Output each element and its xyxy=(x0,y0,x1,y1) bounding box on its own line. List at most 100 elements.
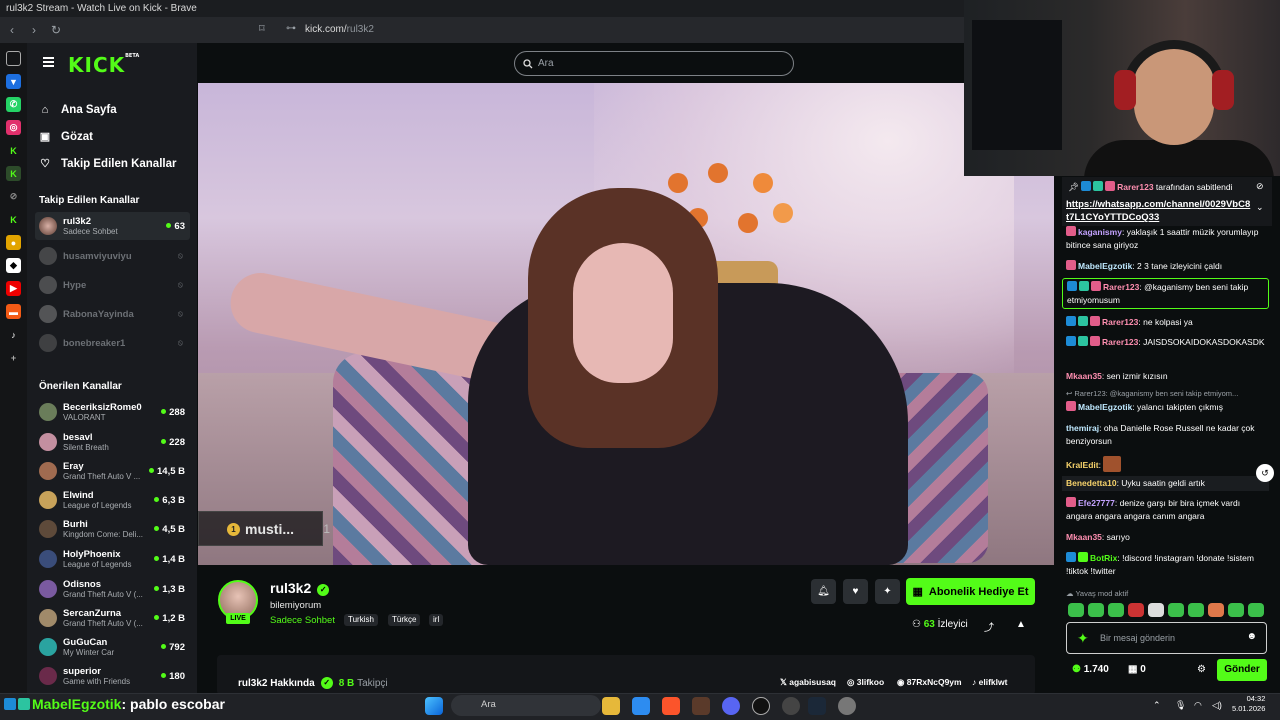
chat-username[interactable]: Benedetta10 xyxy=(1066,478,1117,488)
kick-icon[interactable]: K xyxy=(6,143,21,158)
nav-following[interactable]: ♡ Takip Edilen Kanallar xyxy=(38,150,176,177)
stream-category[interactable]: Sadece Sohbet xyxy=(270,615,335,626)
tiktok-icon[interactable]: ♪ xyxy=(6,327,21,342)
nav-browse[interactable]: ▣ Gözat xyxy=(38,123,176,150)
followed-channel[interactable]: Hype ⦸ xyxy=(35,271,190,299)
youtube-icon[interactable]: ▶ xyxy=(6,281,21,296)
chat-username[interactable]: themiraj xyxy=(1066,423,1099,433)
pinned-link[interactable]: https://whatsapp.com/channel/0029VbC8t7L… xyxy=(1066,198,1251,224)
nav-home[interactable]: ⌂ Ana Sayfa xyxy=(38,96,176,123)
chat-username[interactable]: BotRix xyxy=(1090,553,1117,563)
chat-username[interactable]: Mkaan35 xyxy=(1066,371,1102,381)
search-input[interactable]: Ara xyxy=(514,51,794,76)
bookmark-icon[interactable]: ⌑ xyxy=(259,22,265,35)
video-player[interactable]: musti... 1 xyxy=(198,83,1054,565)
back-icon[interactable]: ‹ xyxy=(2,20,22,40)
chat-username[interactable]: Mkaan35 xyxy=(1066,532,1102,542)
followed-channel[interactable]: rul3k2 Sadece Sohbet 63 xyxy=(35,212,190,240)
kick-logo[interactable]: KICKBETA xyxy=(68,53,139,77)
sparkle-icon[interactable]: ✦ xyxy=(875,579,900,604)
emote-icon[interactable] xyxy=(1088,603,1104,617)
steam-icon[interactable] xyxy=(808,697,826,715)
app-icon-3[interactable]: ▬ xyxy=(6,304,21,319)
recommended-channel[interactable]: Odisnos Grand Theft Auto V (... 1,3 B xyxy=(35,575,190,603)
points-balance[interactable]: ⚉ 1.740 xyxy=(1072,664,1109,675)
sidebar-panel-icon[interactable] xyxy=(6,51,21,66)
streamer-name[interactable]: rul3k2 xyxy=(270,580,311,596)
emoji-icon[interactable]: ☻ xyxy=(1246,631,1257,642)
site-info-icon[interactable]: ⊶ xyxy=(286,23,296,34)
chat-username[interactable]: Rarer123 xyxy=(1102,317,1138,327)
discord-icon[interactable] xyxy=(722,697,740,715)
mute-icon[interactable]: ⊘ xyxy=(6,189,21,204)
recommended-channel[interactable]: superior Game with Friends 180 xyxy=(35,662,190,690)
vpn-icon[interactable]: ▼ xyxy=(6,74,21,89)
emote-icon[interactable] xyxy=(1248,603,1264,617)
emote-icon[interactable] xyxy=(1148,603,1164,617)
notification-bell-icon[interactable]: 🔔︎ xyxy=(811,579,836,604)
volume-icon[interactable]: ◁) xyxy=(1212,700,1222,711)
emote-icon[interactable] xyxy=(1068,603,1084,617)
app-taskbar-icon-2[interactable] xyxy=(782,697,800,715)
add-panel-icon[interactable]: + xyxy=(6,350,21,365)
emote-icon[interactable] xyxy=(1108,603,1124,617)
chat-username[interactable]: Rarer123 xyxy=(1103,282,1139,292)
wifi-icon[interactable]: ◠ xyxy=(1194,700,1202,711)
chat-username[interactable]: kaganismy xyxy=(1078,227,1122,237)
brave-icon[interactable] xyxy=(662,697,680,715)
instagram-icon[interactable]: ◎ xyxy=(6,120,21,135)
kick-icon-2[interactable]: K xyxy=(6,212,21,227)
recommended-channel[interactable]: BeceriksizRome0 VALORANT 288 xyxy=(35,398,190,426)
chat-input[interactable]: ✦ Bir mesaj gönderin ☻ xyxy=(1066,622,1267,654)
social-instagram-link[interactable]: ◎ 3lifkoo xyxy=(847,677,884,688)
tray-chevron-icon[interactable]: ⌃ xyxy=(1153,700,1161,711)
follow-heart-icon[interactable]: ♥ xyxy=(843,579,868,604)
menu-icon[interactable] xyxy=(43,57,54,67)
recommended-channel[interactable]: Elwind League of Legends 6,3 B xyxy=(35,486,190,514)
scroll-to-latest-icon[interactable]: ↺ xyxy=(1256,464,1274,482)
social-tiktok-link[interactable]: ♪ elifklwt xyxy=(972,677,1007,687)
whatsapp-icon[interactable]: ✆ xyxy=(6,97,21,112)
address-bar[interactable]: kick.com/rul3k2 xyxy=(305,24,374,35)
forward-icon[interactable]: › xyxy=(24,20,44,40)
recommended-channel[interactable]: Burhi Kingdom Come: Deli... 4,5 B xyxy=(35,515,190,543)
chevron-down-icon[interactable]: ⌄ xyxy=(1256,202,1264,213)
tag[interactable]: Turkish xyxy=(344,614,378,626)
chat-username[interactable]: MabelEgzotik xyxy=(1078,402,1132,412)
unpin-icon[interactable]: ⊘ xyxy=(1256,181,1264,192)
kick-active-icon[interactable]: K xyxy=(6,166,21,181)
chat-username[interactable]: Efe27777 xyxy=(1078,498,1115,508)
chat-username[interactable]: MabelEgzotik xyxy=(1078,261,1132,271)
social-discord-link[interactable]: ◉ 87RxNcQ9ym xyxy=(897,677,962,688)
microphone-icon[interactable]: 🎙︎ xyxy=(1175,700,1186,711)
followed-channel[interactable]: bonebreaker1 ⦸ xyxy=(35,329,190,357)
recommended-channel[interactable]: Eray Grand Theft Auto V ... 14,5 B xyxy=(35,457,190,485)
gift-balance[interactable]: ▦ 0 xyxy=(1128,664,1146,675)
app-icon-2[interactable]: ◆ xyxy=(6,258,21,273)
report-icon[interactable]: ▲ xyxy=(1016,619,1026,630)
social-x-link[interactable]: 𝕏 agabisusaq xyxy=(780,677,836,688)
file-explorer-icon[interactable] xyxy=(602,697,620,715)
settings-taskbar-icon[interactable] xyxy=(838,697,856,715)
send-button[interactable]: Gönder xyxy=(1217,659,1267,681)
recommended-channel[interactable]: besavl Silent Breath 228 xyxy=(35,428,190,456)
followed-channel[interactable]: RabonaYayinda ⦸ xyxy=(35,300,190,328)
sparkle-icon[interactable]: ✦ xyxy=(1077,630,1089,647)
store-icon[interactable] xyxy=(632,697,650,715)
emote-icon[interactable] xyxy=(1208,603,1224,617)
app-icon[interactable]: ● xyxy=(6,235,21,250)
emote-icon[interactable] xyxy=(1188,603,1204,617)
recommended-channel[interactable]: GuGuCan My Winter Car 792 xyxy=(35,633,190,661)
app-taskbar-icon[interactable] xyxy=(692,697,710,715)
obs-icon[interactable] xyxy=(752,697,770,715)
emote-icon[interactable] xyxy=(1128,603,1144,617)
emote-icon[interactable] xyxy=(1168,603,1184,617)
reload-icon[interactable]: ↻ xyxy=(46,20,66,40)
tag[interactable]: Türkçe xyxy=(388,614,421,626)
chat-username[interactable]: KralEdit xyxy=(1066,460,1099,470)
recommended-channel[interactable]: HolyPhoenix League of Legends 1,4 B xyxy=(35,545,190,573)
recommended-channel[interactable]: SercanZurna Grand Theft Auto V (... 1,2 B xyxy=(35,604,190,632)
tag[interactable]: irl xyxy=(429,614,444,626)
followed-channel[interactable]: husamviyuviyu ⦸ xyxy=(35,242,190,270)
chat-username[interactable]: Rarer123 xyxy=(1102,337,1138,347)
